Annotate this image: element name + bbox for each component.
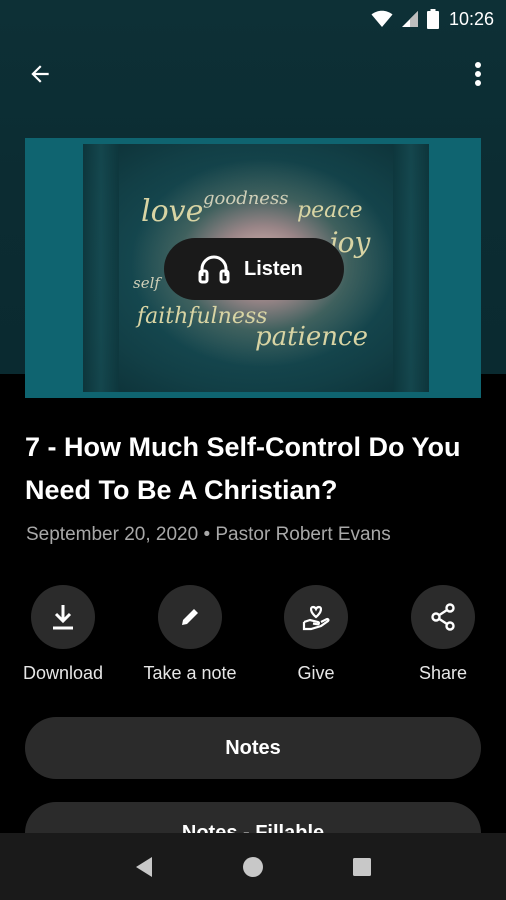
give-button[interactable] xyxy=(284,585,348,649)
download-label: Download xyxy=(22,663,104,683)
download-icon xyxy=(53,605,73,630)
app-bar xyxy=(0,48,506,100)
back-button[interactable] xyxy=(20,56,60,92)
download-action[interactable]: Download xyxy=(3,585,123,684)
artwork-pillar-right xyxy=(393,144,429,392)
nav-home-icon xyxy=(242,856,263,877)
clock-time: 10:26 xyxy=(448,8,494,29)
share-button[interactable] xyxy=(411,585,475,649)
pencil-icon xyxy=(182,609,198,625)
notes-button[interactable]: Notes xyxy=(25,717,481,779)
artwork-word: goodness xyxy=(203,188,289,209)
artwork-word: peace xyxy=(297,198,363,223)
take-note-button[interactable] xyxy=(158,585,222,649)
status-bar: 10:26 xyxy=(0,0,506,38)
nav-recents-icon xyxy=(352,857,371,876)
artwork-word: patience xyxy=(255,322,368,352)
share-action[interactable]: Share xyxy=(383,585,503,684)
artwork-word: self xyxy=(133,274,160,292)
headphones-icon xyxy=(198,255,230,284)
give-action[interactable]: Give xyxy=(256,585,376,684)
share-label: Share xyxy=(418,663,468,683)
give-heart-hand-icon xyxy=(302,605,330,631)
system-navigation-bar xyxy=(0,833,506,900)
nav-back-button[interactable] xyxy=(124,847,164,887)
battery-icon xyxy=(426,9,439,29)
artwork-word: love xyxy=(141,194,204,229)
nav-home-button[interactable] xyxy=(233,847,273,887)
nav-recents-button[interactable] xyxy=(342,847,382,887)
give-label: Give xyxy=(297,663,335,683)
sermon-meta: September 20, 2020 • Pastor Robert Evans xyxy=(26,524,391,545)
artwork-word: faithfulness xyxy=(137,304,268,329)
share-icon xyxy=(431,603,455,631)
wifi-icon xyxy=(371,10,393,28)
take-note-action[interactable]: Take a note xyxy=(130,585,250,684)
sermon-title: 7 - How Much Self-Control Do You Need To… xyxy=(25,432,461,505)
listen-label: Listen xyxy=(244,257,303,280)
download-button[interactable] xyxy=(31,585,95,649)
arrow-back-icon xyxy=(31,65,49,83)
more-vert-icon xyxy=(475,62,481,86)
nav-back-icon xyxy=(136,856,153,877)
listen-button[interactable]: Listen xyxy=(164,238,344,300)
more-options-button[interactable] xyxy=(464,56,492,92)
artwork-pillar-left xyxy=(83,144,119,392)
signal-icon xyxy=(401,10,419,28)
take-note-label: Take a note xyxy=(143,663,237,683)
